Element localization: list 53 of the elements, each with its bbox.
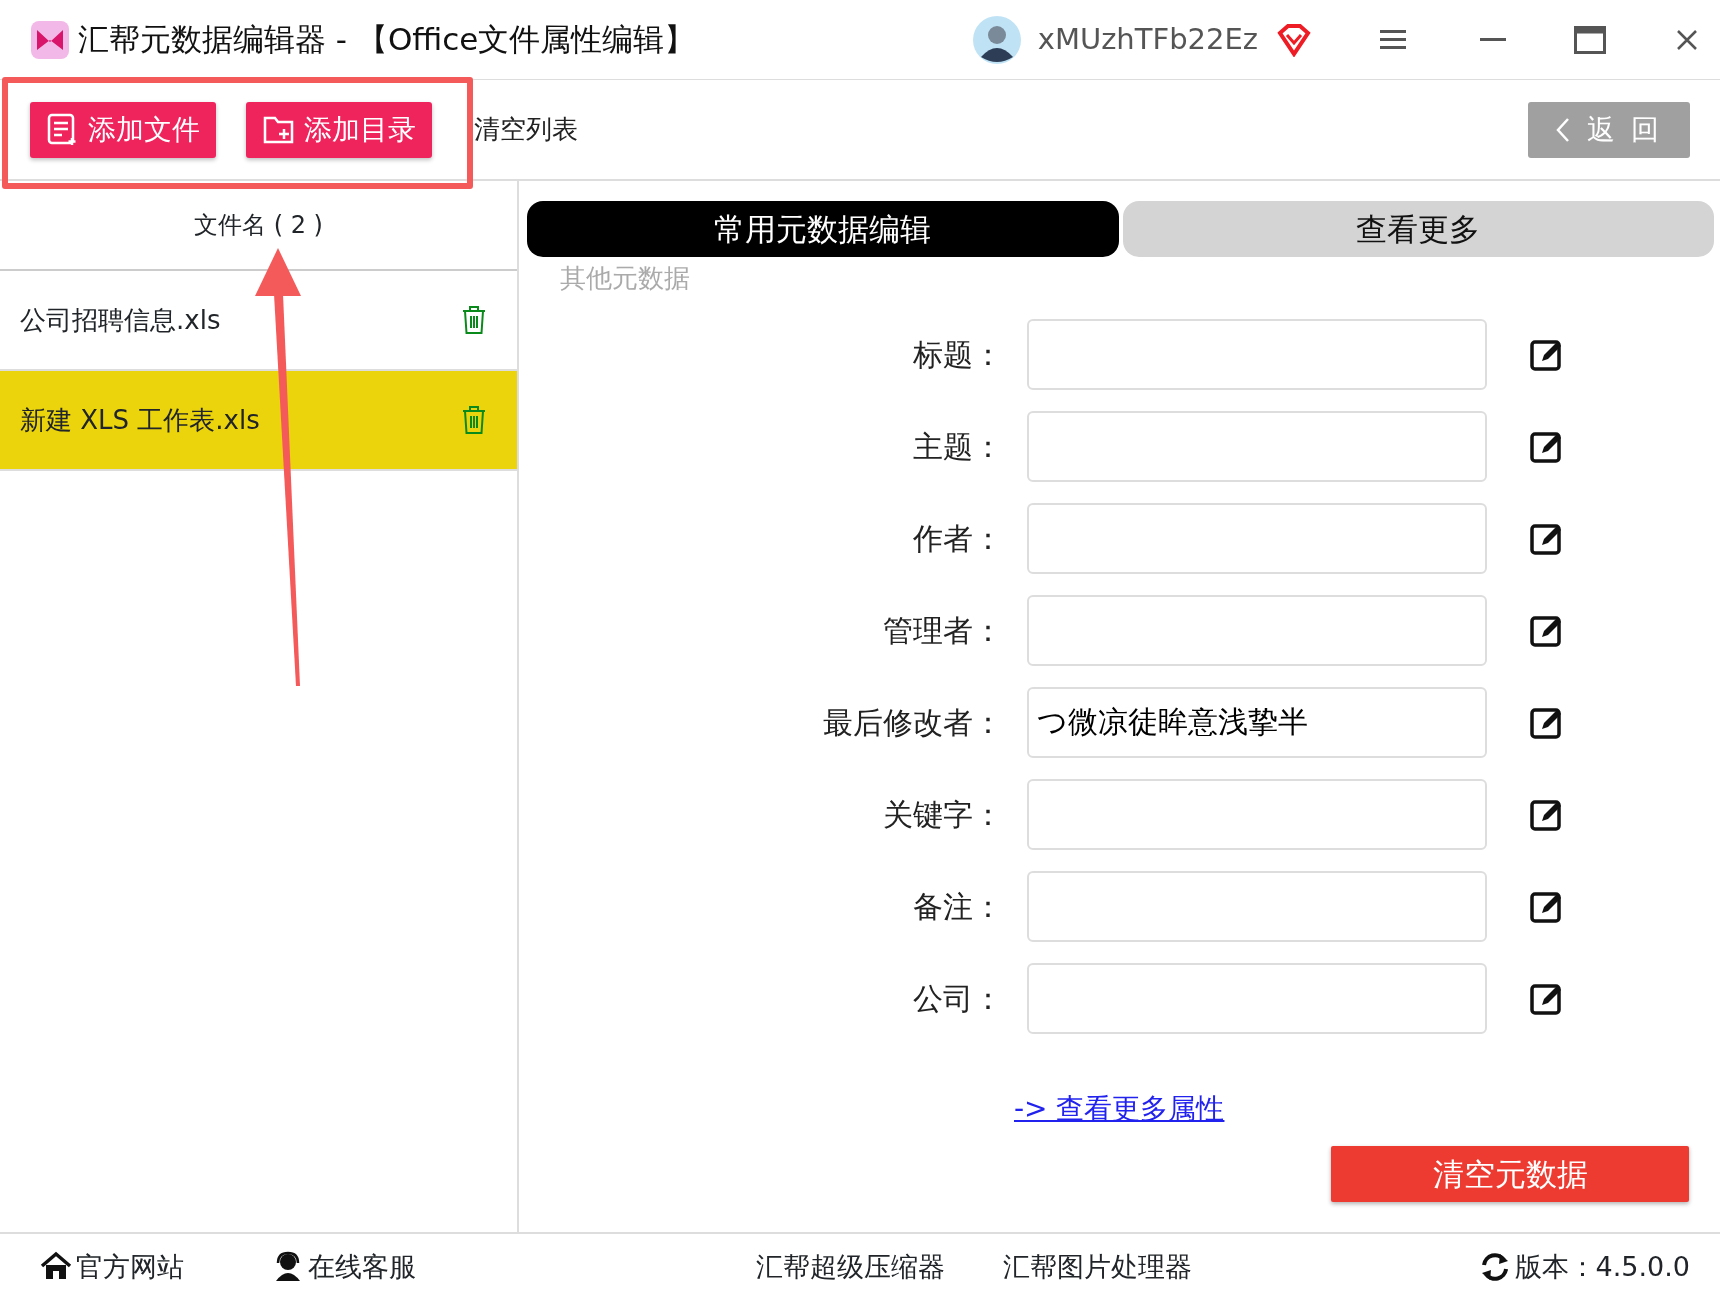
- chevron-left-icon: [1554, 116, 1571, 143]
- maximize-icon[interactable]: [1574, 25, 1606, 54]
- tab[interactable]: 常用元数据编辑: [527, 201, 1119, 257]
- website-link[interactable]: 官方网站: [40, 1246, 184, 1288]
- input-field[interactable]: [1027, 778, 1487, 850]
- avatar-icon: [971, 14, 1022, 65]
- close-icon[interactable]: [1676, 28, 1698, 51]
- trash-icon[interactable]: [461, 405, 487, 435]
- clear-list-button[interactable]: 清空列表: [474, 110, 578, 149]
- field-label: 标题：: [912, 335, 1004, 374]
- file-list-header: 文件名 ( 2 ): [194, 210, 323, 241]
- menu-icon[interactable]: [1380, 28, 1406, 51]
- window-title: 汇帮元数据编辑器 - 【Office文件属性编辑】: [78, 20, 696, 60]
- support-link[interactable]: 在线客服: [272, 1246, 416, 1288]
- product-link[interactable]: 汇帮超级压缩器: [756, 1246, 945, 1288]
- section-label: 其他元数据: [560, 263, 690, 293]
- edit-icon[interactable]: [1530, 705, 1564, 739]
- file-name: 新建 XLS 工作表.xls: [20, 403, 260, 437]
- field-label: 作者：: [912, 519, 1004, 558]
- edit-icon[interactable]: [1530, 521, 1564, 555]
- input-field[interactable]: [1027, 594, 1487, 666]
- field-label: 关键字：: [882, 795, 1004, 834]
- field-label: 最后修改者：: [822, 703, 1004, 742]
- field-label: 备注：: [912, 887, 1004, 926]
- input-field[interactable]: [1027, 870, 1487, 942]
- trash-icon[interactable]: [461, 305, 487, 335]
- app-logo-icon: [30, 19, 70, 60]
- edit-icon[interactable]: [1530, 797, 1564, 831]
- add-folder-button[interactable]: 添加目录: [246, 101, 432, 158]
- username: xMUzhTFb22Ez: [1037, 20, 1258, 58]
- file-row[interactable]: 新建 XLS 工作表.xls: [0, 371, 517, 471]
- minimize-icon[interactable]: [1480, 37, 1506, 42]
- more-properties-link[interactable]: -> 查看更多属性: [1014, 1088, 1225, 1130]
- input-field[interactable]: [1027, 962, 1487, 1034]
- edit-icon[interactable]: [1530, 429, 1564, 463]
- edit-icon[interactable]: [1530, 613, 1564, 647]
- edit-icon[interactable]: [1530, 981, 1564, 1015]
- field-label: 公司：: [912, 979, 1004, 1018]
- field-label: 管理者：: [882, 611, 1004, 650]
- field-label: 主题：: [912, 427, 1004, 466]
- input-field[interactable]: [1027, 318, 1487, 390]
- input-field[interactable]: [1027, 410, 1487, 482]
- clear-metadata-button[interactable]: 清空元数据: [1331, 1146, 1689, 1202]
- input-field[interactable]: つ微凉徒眸意浅挚半: [1027, 686, 1487, 758]
- version-label: 版本：4.5.0.0: [1514, 1249, 1690, 1284]
- file-name: 公司招聘信息.xls: [20, 303, 221, 337]
- diamond-icon: [1276, 22, 1312, 57]
- tab[interactable]: 查看更多: [1122, 201, 1714, 257]
- product-link[interactable]: 汇帮图片处理器: [1003, 1246, 1192, 1288]
- edit-icon[interactable]: [1530, 337, 1564, 371]
- add-file-button[interactable]: 添加文件: [30, 101, 216, 158]
- edit-icon[interactable]: [1530, 889, 1564, 923]
- input-field[interactable]: [1027, 502, 1487, 574]
